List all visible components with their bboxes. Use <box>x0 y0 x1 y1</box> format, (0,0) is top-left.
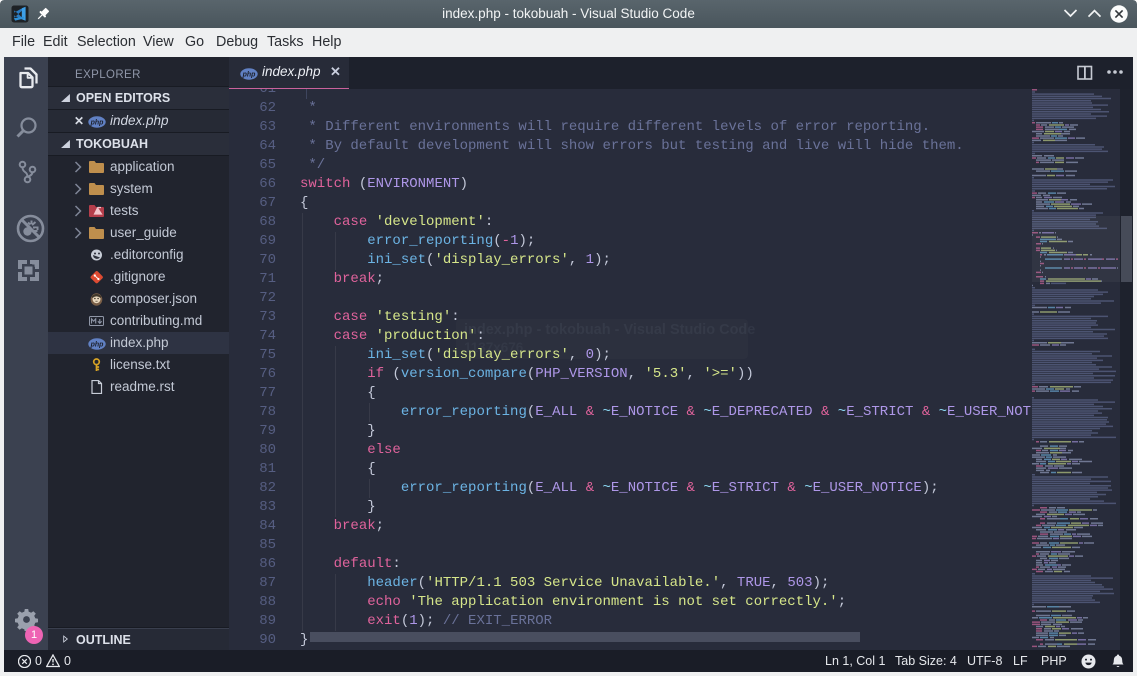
svg-text:php: php <box>90 342 105 349</box>
svg-text:php: php <box>90 120 105 127</box>
svg-text:php: php <box>242 72 257 79</box>
